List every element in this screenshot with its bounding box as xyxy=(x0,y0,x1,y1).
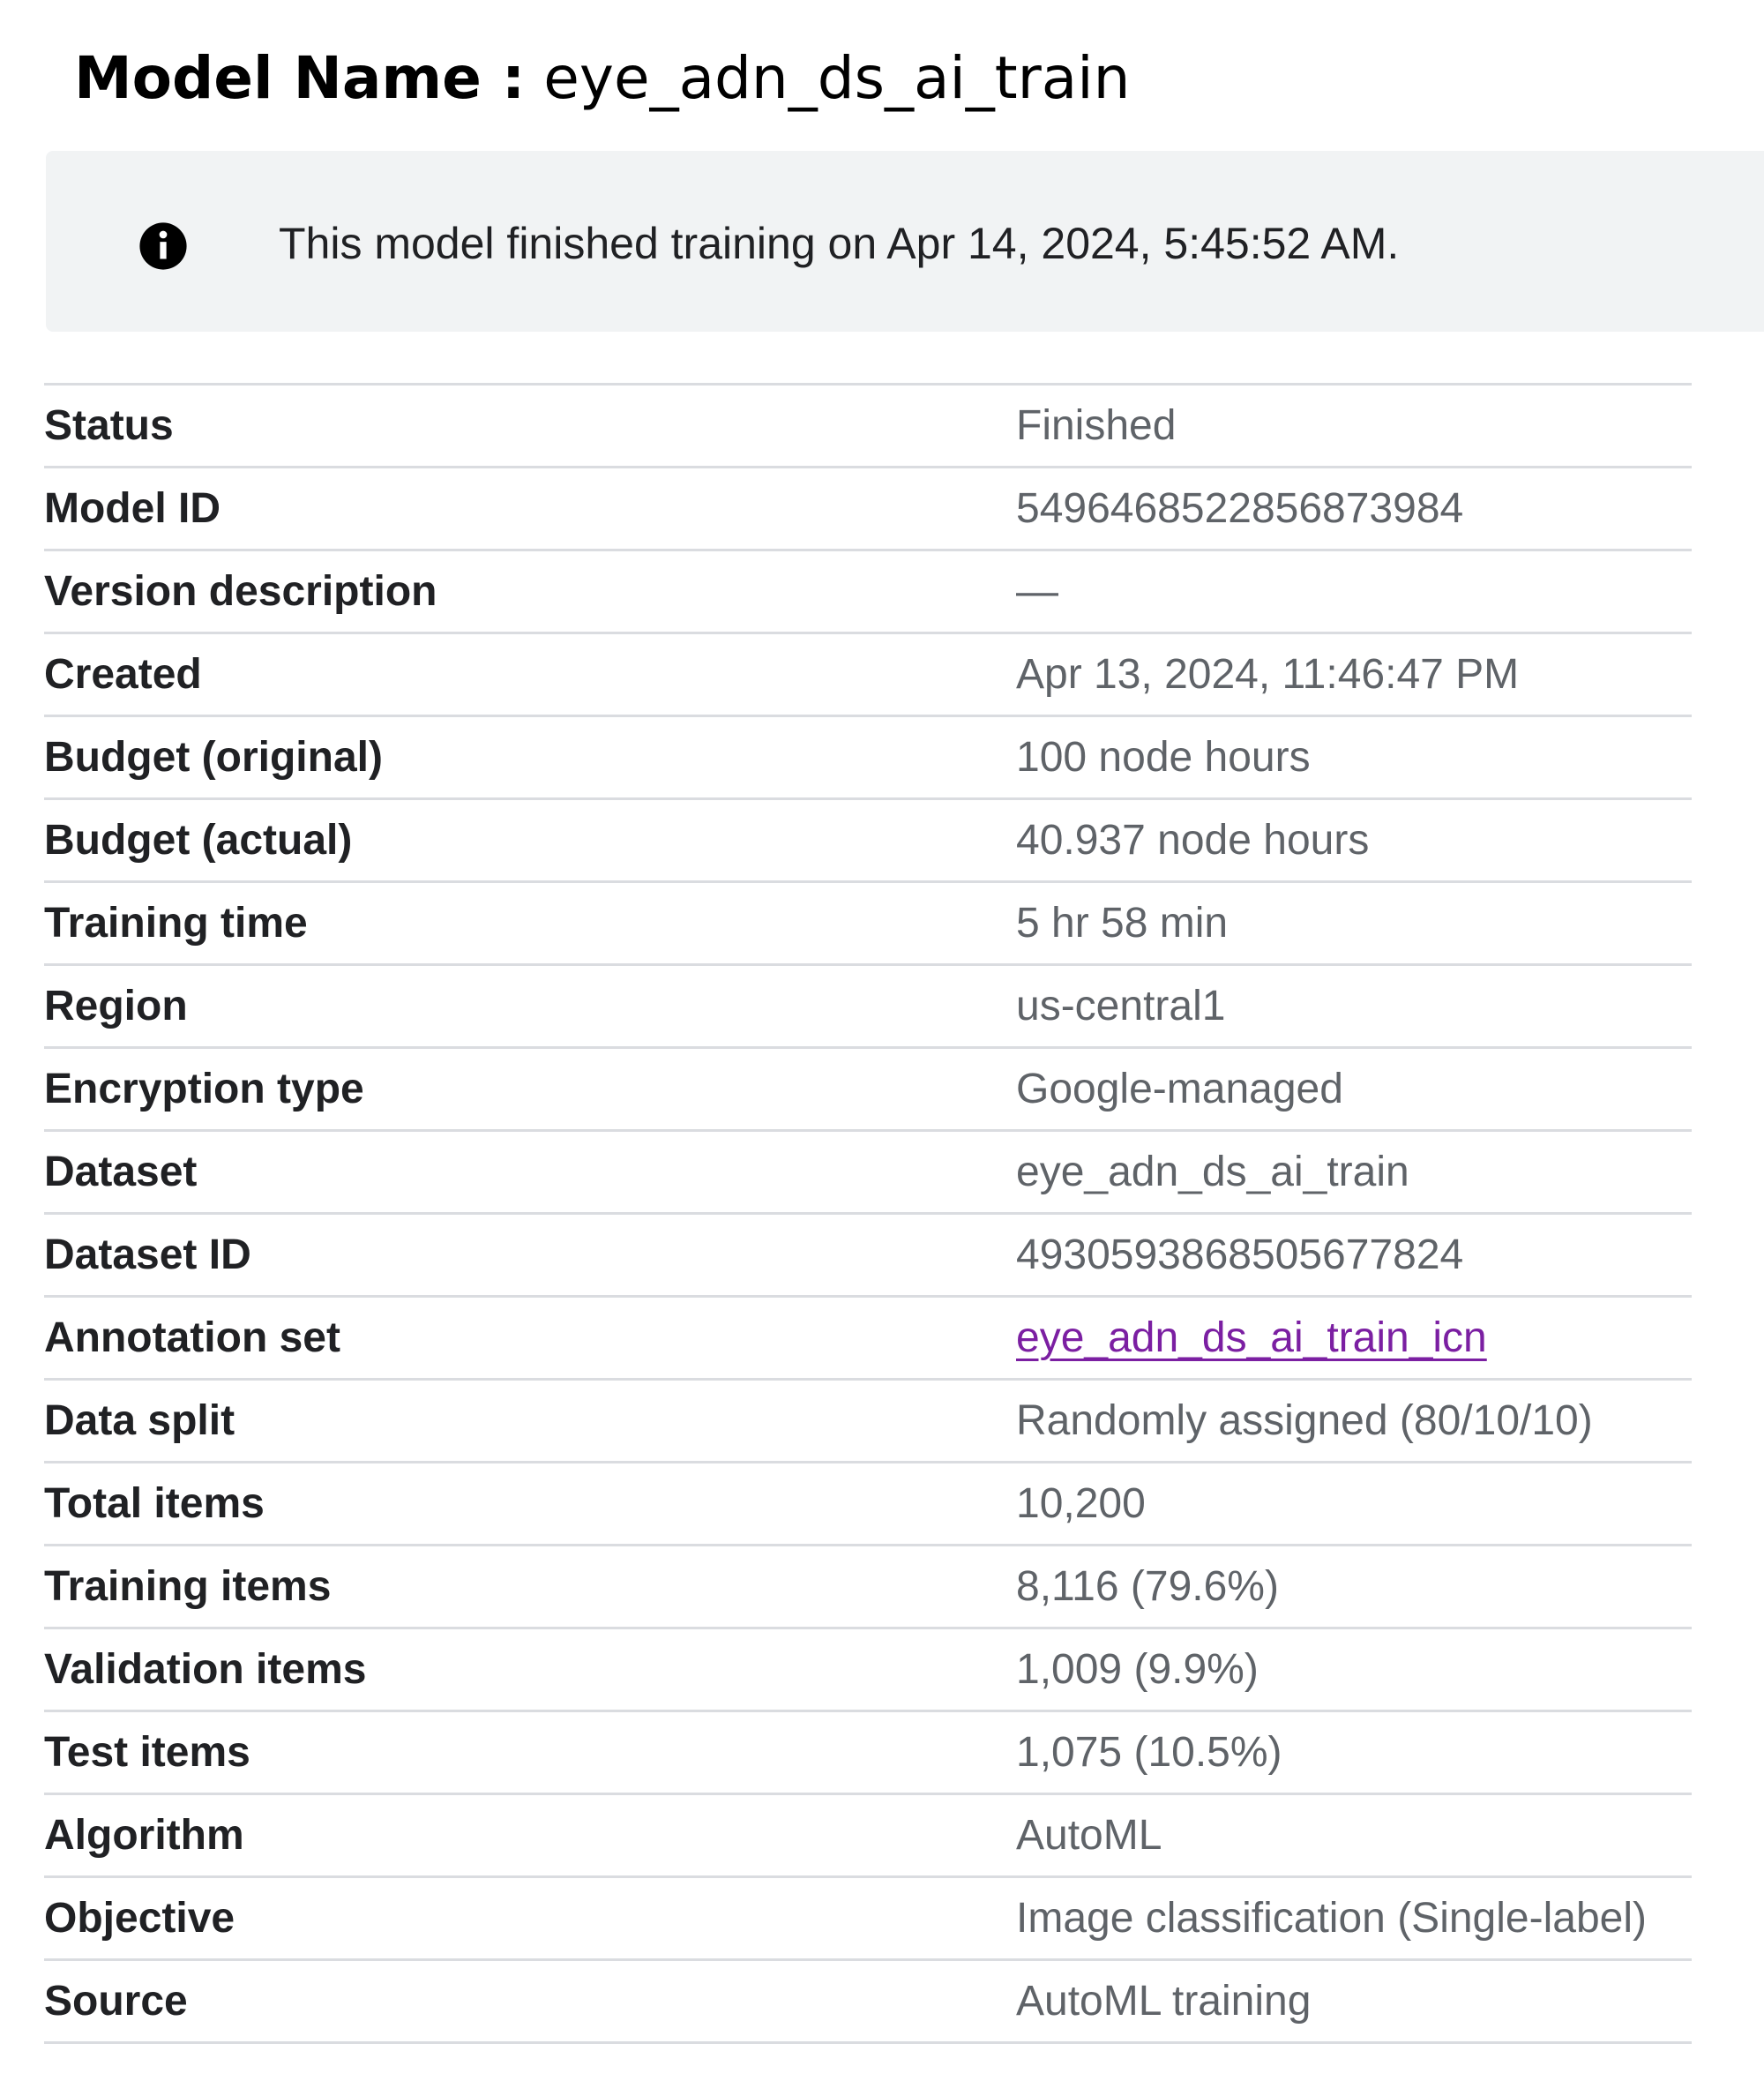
details-row-budget-original: Budget (original) 100 node hours xyxy=(44,715,1692,797)
details-row-test-items: Test items 1,075 (10.5%) xyxy=(44,1710,1692,1793)
row-value: 5496468522856873984 xyxy=(1016,485,1464,532)
details-row-algorithm: Algorithm AutoML xyxy=(44,1793,1692,1875)
row-label: Dataset ID xyxy=(44,1231,251,1278)
row-label: Test items xyxy=(44,1729,250,1776)
row-label: Total items xyxy=(44,1480,265,1527)
details-row-model-id: Model ID 5496468522856873984 xyxy=(44,466,1692,549)
details-row-source: Source AutoML training xyxy=(44,1958,1692,2044)
details-row-created: Created Apr 13, 2024, 11:46:47 PM xyxy=(44,632,1692,715)
row-label: Region xyxy=(44,983,188,1029)
details-row-version-description: Version description — xyxy=(44,549,1692,632)
row-label: Training items xyxy=(44,1563,332,1610)
row-value: Finished xyxy=(1016,402,1177,449)
details-row-annotation-set: Annotation set eye_adn_ds_ai_train_icn xyxy=(44,1295,1692,1378)
row-value: 10,200 xyxy=(1016,1480,1146,1527)
details-row-data-split: Data split Randomly assigned (80/10/10) xyxy=(44,1378,1692,1461)
row-value: 1,075 (10.5%) xyxy=(1016,1729,1282,1776)
details-row-total-items: Total items 10,200 xyxy=(44,1461,1692,1544)
details-row-status: Status Finished xyxy=(44,383,1692,466)
details-row-dataset: Dataset eye_adn_ds_ai_train xyxy=(44,1129,1692,1212)
model-name-label: Model Name : xyxy=(74,44,526,112)
details-row-objective: Objective Image classification (Single-l… xyxy=(44,1875,1692,1958)
model-details-table: Status Finished Model ID 549646852285687… xyxy=(44,383,1692,2044)
model-name-value: eye_adn_ds_ai_train xyxy=(543,44,1131,112)
row-value: 4930593868505677824 xyxy=(1016,1231,1464,1278)
details-row-budget-actual: Budget (actual) 40.937 node hours xyxy=(44,797,1692,880)
row-label: Dataset xyxy=(44,1149,198,1195)
row-label: Annotation set xyxy=(44,1314,340,1361)
row-label: Training time xyxy=(44,900,308,947)
row-value: Image classification (Single-label) xyxy=(1016,1895,1647,1942)
row-value: — xyxy=(1016,568,1058,615)
row-label: Encryption type xyxy=(44,1066,364,1112)
row-value: 1,009 (9.9%) xyxy=(1016,1646,1259,1693)
details-row-encryption-type: Encryption type Google-managed xyxy=(44,1046,1692,1129)
row-label: Objective xyxy=(44,1895,235,1942)
page-title: Model Name : eye_adn_ds_ai_train xyxy=(74,39,1130,118)
details-row-dataset-id: Dataset ID 4930593868505677824 xyxy=(44,1212,1692,1295)
row-value: Apr 13, 2024, 11:46:47 PM xyxy=(1016,651,1520,698)
banner-message: This model finished training on Apr 14, … xyxy=(279,219,1400,268)
row-value: 100 node hours xyxy=(1016,734,1311,781)
row-label: Source xyxy=(44,1978,188,2025)
row-label: Created xyxy=(44,651,202,698)
row-label: Data split xyxy=(44,1397,235,1444)
row-value: eye_adn_ds_ai_train xyxy=(1016,1149,1409,1195)
info-icon xyxy=(139,222,187,270)
row-label: Algorithm xyxy=(44,1812,244,1859)
row-value: 5 hr 58 min xyxy=(1016,900,1229,947)
row-value: Randomly assigned (80/10/10) xyxy=(1016,1397,1593,1444)
row-label: Version description xyxy=(44,568,437,615)
row-label: Validation items xyxy=(44,1646,367,1693)
row-value: AutoML xyxy=(1016,1812,1162,1859)
row-value: Google-managed xyxy=(1016,1066,1343,1112)
details-row-region: Region us-central1 xyxy=(44,963,1692,1046)
row-label: Status xyxy=(44,402,174,449)
row-value: us-central1 xyxy=(1016,983,1226,1029)
row-value: 8,116 (79.6%) xyxy=(1016,1563,1279,1610)
details-row-validation-items: Validation items 1,009 (9.9%) xyxy=(44,1627,1692,1710)
row-value: AutoML training xyxy=(1016,1978,1312,2025)
row-label: Budget (original) xyxy=(44,734,383,781)
row-value: 40.937 node hours xyxy=(1016,817,1370,864)
annotation-set-link[interactable]: eye_adn_ds_ai_train_icn xyxy=(1016,1298,1487,1378)
row-label: Model ID xyxy=(44,485,220,532)
row-label: Budget (actual) xyxy=(44,817,353,864)
details-row-training-items: Training items 8,116 (79.6%) xyxy=(44,1544,1692,1627)
details-row-training-time: Training time 5 hr 58 min xyxy=(44,880,1692,963)
